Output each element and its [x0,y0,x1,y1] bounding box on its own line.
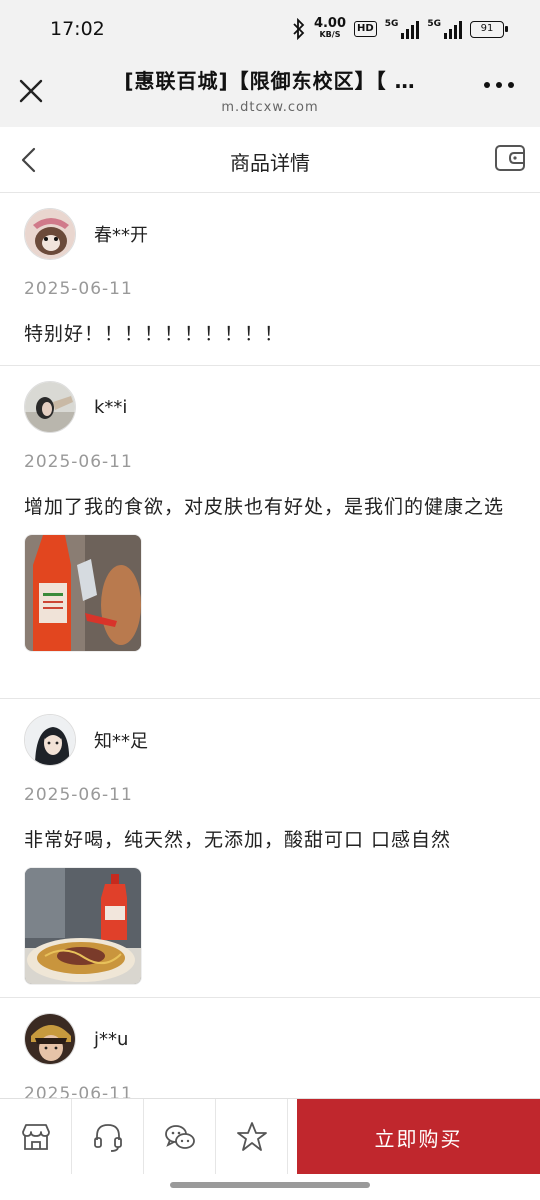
browser-title: [惠联百城]【限御东校区】【 … [124,69,416,93]
review-list: 春**开 2025-06-11 特别好！！！！！！！！！！ k**i 2025-… [0,193,540,1108]
favorite-button[interactable] [216,1099,288,1175]
buy-now-button[interactable]: 立即购买 [297,1099,540,1175]
avatar [24,381,76,433]
headset-icon [93,1124,122,1152]
wechat-share-button[interactable] [144,1099,216,1175]
review-username: j**u [94,1028,129,1050]
network-speed: 4.00 KB/S [313,16,347,39]
review-text: 非常好喝，纯天然，无添加，酸甜可口 口感自然 [24,829,452,851]
hd-badge: HD [354,21,377,37]
customer-service-button[interactable] [72,1099,144,1175]
bluetooth-icon [293,18,305,40]
signal-icon: 5G [427,19,462,39]
review-photo[interactable] [24,867,142,985]
status-time: 17:02 [50,18,105,40]
store-button[interactable] [0,1099,72,1175]
browser-title-block: [惠联百城]【限御东校区】【 … m.dtcxw.com [80,65,460,115]
review-date: 2025-06-11 [24,452,133,472]
review-photo[interactable] [24,534,142,652]
battery-icon: 91 [470,20,508,38]
more-options-icon[interactable] [484,82,514,88]
store-icon [21,1124,50,1150]
browser-header: [惠联百城]【限御东校区】【 … m.dtcxw.com [0,60,540,127]
bottom-action-bar: 立即购买 [0,1098,540,1175]
signal-icon: 5G [385,19,420,39]
gesture-area [0,1174,540,1200]
review-item: k**i 2025-06-11 增加了我的食欲，对皮肤也有好处，是我们的健康之选 [0,366,540,699]
browser-url: m.dtcxw.com [221,100,319,115]
wallet-icon[interactable] [494,143,526,173]
review-username: 知**足 [94,731,148,752]
review-date: 2025-06-11 [24,279,133,299]
status-icons: 4.00 KB/S HD 5G 5G 91 [292,16,508,40]
star-icon [236,1122,267,1151]
review-text: 特别好！！！！！！！！！！ [24,323,285,345]
review-item: 知**足 2025-06-11 非常好喝，纯天然，无添加，酸甜可口 口感自然 [0,699,540,998]
avatar [24,1013,76,1065]
close-icon[interactable] [14,74,48,108]
review-item: j**u 2025-06-11 [0,998,540,1108]
review-username: k**i [94,396,128,418]
avatar [24,714,76,766]
review-username: 春**开 [94,225,148,246]
page-title: 商品详情 [230,151,310,175]
wechat-icon [164,1125,195,1149]
gesture-bar[interactable] [170,1182,370,1188]
review-item: 春**开 2025-06-11 特别好！！！！！！！！！！ [0,193,540,366]
review-date: 2025-06-11 [24,785,133,805]
review-text: 增加了我的食欲，对皮肤也有好处，是我们的健康之选 [24,496,505,518]
status-bar: 17:02 4.00 KB/S HD 5G 5G 91 [0,0,540,60]
page-nav: 商品详情 [0,127,540,193]
avatar [24,208,76,260]
